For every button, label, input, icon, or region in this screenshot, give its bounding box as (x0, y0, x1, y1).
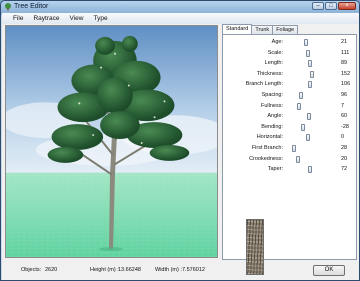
param-value: 96 (341, 92, 348, 98)
tab-foliage[interactable]: Foliage (272, 25, 299, 34)
param-row: Branch Length: 106 (223, 79, 358, 90)
param-value: 28 (341, 145, 348, 151)
slider-thumb[interactable] (306, 113, 311, 121)
param-slider[interactable] (286, 73, 330, 75)
param-row: Taper: 72 (223, 164, 358, 175)
slider-thumb[interactable] (291, 145, 296, 152)
standard-tab-panel: Age: 21 Scale: 111 Length: 89 Thickness: 152 Bra… (222, 34, 358, 275)
param-label: Thickness: (256, 70, 283, 77)
slider-thumb[interactable] (303, 39, 308, 46)
param-value: 106 (341, 81, 351, 88)
param-row: Fullness: 7 (223, 101, 358, 112)
ok-button[interactable]: OK (313, 265, 345, 276)
param-row: Thickness: 152 (223, 69, 358, 80)
param-label: Bending: (261, 123, 283, 130)
param-label: Branch Length: (245, 81, 283, 88)
window-title: Tree Editor (14, 3, 49, 10)
slider-thumb[interactable] (308, 60, 313, 68)
param-label: First Branch: (251, 145, 283, 151)
param-row: Length: 89 (223, 58, 358, 69)
client-area: Standard Trunk Foliage Age: 21 Scale: 111 Le… (2, 24, 359, 280)
objects-value: 2620 (45, 267, 58, 273)
param-row: Bending: -28 (223, 122, 358, 133)
slider-thumb[interactable] (309, 70, 314, 78)
param-row: Spacing: 96 (223, 90, 358, 101)
close-button[interactable]: × (338, 2, 356, 10)
tab-trunk[interactable]: Trunk (251, 25, 274, 34)
param-row: Age: 21 (223, 37, 358, 48)
param-label: Scale: (267, 49, 283, 56)
param-label: Length: (264, 60, 283, 67)
menu-file[interactable]: File (8, 15, 28, 22)
param-value: 72 (341, 166, 348, 173)
param-label: Angle: (267, 113, 283, 120)
param-value: 7 (341, 102, 345, 109)
param-value: 89 (341, 60, 348, 67)
param-value: 20 (341, 155, 348, 162)
status-bar: Objects: 2620 Height (m) : 13.66248 Widt… (5, 264, 359, 276)
param-value: 21 (341, 39, 348, 45)
param-label: Taper: (267, 166, 283, 173)
slider-thumb[interactable] (299, 92, 304, 99)
tab-standard[interactable]: Standard (222, 24, 253, 34)
param-value: 152 (341, 70, 351, 77)
param-value: 60 (341, 113, 348, 120)
height-label: Height (m) : (90, 267, 119, 273)
param-label: Spacing: (261, 92, 283, 98)
slider-thumb[interactable] (296, 155, 301, 163)
param-slider[interactable] (286, 42, 330, 43)
param-row: Angle: 60 (223, 111, 358, 122)
param-value: -28 (341, 123, 349, 130)
minimize-button[interactable]: – (312, 2, 324, 10)
param-row: Horizontal: 0 (223, 132, 358, 143)
maximize-button[interactable]: □ (325, 2, 337, 10)
param-label: Crookedness: (249, 155, 283, 162)
width-value: 7.576012 (182, 267, 205, 273)
param-row: Crookedness: 20 (223, 154, 358, 165)
objects-label: Objects: (21, 267, 42, 273)
param-slider[interactable] (286, 126, 330, 128)
slider-thumb[interactable] (308, 166, 313, 174)
slider-thumb[interactable] (297, 102, 302, 110)
param-label: Horizontal: (256, 134, 283, 141)
tree-editor-window: Tree Editor – □ × File Raytrace View Typ… (0, 0, 360, 281)
param-label: Age: (271, 39, 283, 45)
slider-thumb[interactable] (306, 134, 310, 142)
title-bar[interactable]: Tree Editor – □ × (1, 1, 359, 13)
param-label: Fullness: (260, 102, 283, 109)
parameter-tabs: Standard Trunk Foliage (222, 24, 299, 34)
param-slider[interactable] (286, 95, 330, 96)
param-slider[interactable] (286, 105, 330, 107)
menu-view[interactable]: View (65, 15, 89, 22)
slider-thumb[interactable] (300, 123, 305, 131)
slider-thumb[interactable] (306, 49, 310, 57)
param-value: 0 (341, 134, 345, 141)
param-row: Scale: 111 (223, 48, 358, 59)
width-label: Width (m) : (155, 267, 182, 273)
height-value: 13.66248 (118, 267, 141, 273)
slider-thumb[interactable] (308, 81, 313, 89)
tree-app-icon (5, 3, 11, 11)
tree-render-viewport[interactable] (5, 25, 218, 258)
param-slider[interactable] (286, 158, 330, 160)
menu-bar: File Raytrace View Type (2, 13, 359, 24)
param-value: 111 (341, 49, 350, 56)
menu-type[interactable]: Type (88, 15, 112, 22)
param-row: First Branch: 28 (223, 143, 358, 154)
menu-raytrace[interactable]: Raytrace (28, 15, 64, 22)
